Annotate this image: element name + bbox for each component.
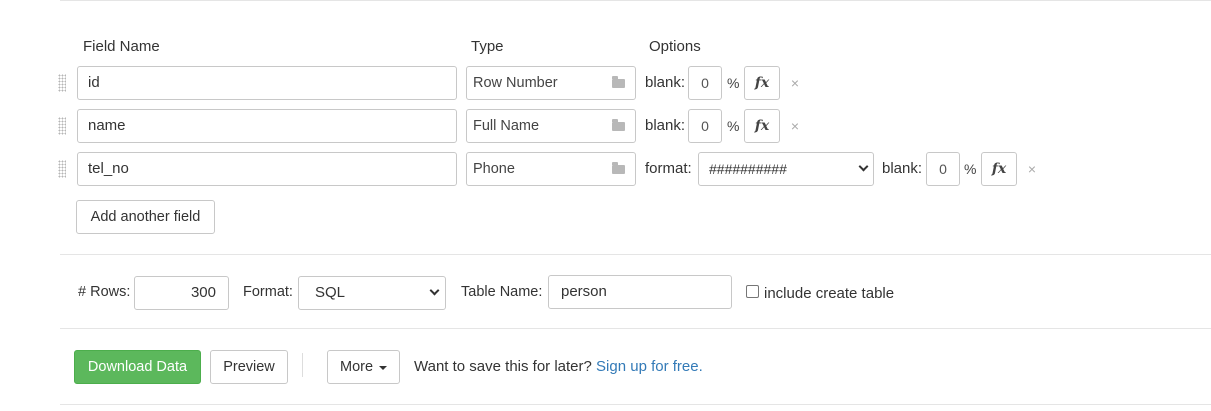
blank-label: blank: [645, 117, 686, 134]
field-name-header: Field Name [83, 38, 160, 55]
field-name-input[interactable]: id [77, 66, 457, 100]
type-picker[interactable]: Phone [466, 152, 636, 186]
section-divider [60, 254, 1211, 255]
bottom-divider [60, 404, 1211, 405]
drag-handle-icon[interactable] [58, 117, 66, 135]
button-separator [302, 353, 303, 377]
blank-percent-input[interactable]: 0 [688, 66, 722, 100]
chevron-down-icon [858, 161, 869, 172]
type-header: Type [471, 38, 504, 55]
save-prompt-text: Want to save this for later? [414, 358, 592, 375]
table-name-label: Table Name: [461, 284, 543, 300]
type-label: Full Name [473, 118, 540, 134]
include-create-table-checkbox[interactable] [746, 285, 759, 298]
formula-button[interactable]: fx [981, 152, 1017, 186]
drag-handle-icon[interactable] [58, 74, 66, 92]
phone-format-select[interactable]: ########## [698, 152, 874, 186]
blank-percent-input[interactable]: 0 [688, 109, 722, 143]
blank-percent-input[interactable]: 0 [926, 152, 960, 186]
section-divider [60, 328, 1211, 329]
blank-label: blank: [645, 74, 686, 91]
top-divider [60, 0, 1211, 1]
field-row: name Full Name blank: 0 % fx × [0, 109, 1211, 143]
folder-open-icon [612, 76, 625, 88]
type-label: Row Number [473, 75, 558, 91]
caret-down-icon [379, 366, 387, 370]
rows-input[interactable]: 300 [134, 276, 229, 310]
options-header: Options [649, 38, 701, 55]
folder-open-icon [612, 119, 625, 131]
chevron-down-icon [429, 285, 440, 296]
output-format-select[interactable]: SQL [298, 276, 446, 310]
download-data-button[interactable]: Download Data [74, 350, 201, 384]
formula-button[interactable]: fx [744, 66, 780, 100]
formula-button[interactable]: fx [744, 109, 780, 143]
include-create-table-label[interactable]: include create table [764, 285, 894, 302]
folder-open-icon [612, 162, 625, 174]
format-label: Format: [243, 284, 293, 300]
format-label: format: [645, 160, 692, 177]
type-label: Phone [473, 161, 515, 177]
percent-sign: % [727, 75, 740, 91]
save-prompt: Want to save this for later? Sign up for… [414, 358, 703, 375]
type-picker[interactable]: Row Number [466, 66, 636, 100]
output-format-value: SQL [315, 284, 346, 301]
more-label: More [340, 359, 374, 375]
drag-handle-icon[interactable] [58, 160, 66, 178]
field-name-input[interactable]: tel_no [77, 152, 457, 186]
add-field-button[interactable]: Add another field [76, 200, 215, 234]
preview-button[interactable]: Preview [210, 350, 288, 384]
more-button[interactable]: More [327, 350, 400, 384]
close-icon[interactable]: × [788, 109, 802, 143]
rows-label: # Rows: [78, 284, 131, 300]
close-icon[interactable]: × [1025, 152, 1039, 186]
field-row: id Row Number blank: 0 % fx × [0, 66, 1211, 100]
table-name-input[interactable]: person [548, 275, 732, 309]
field-row: tel_no Phone format: ########## blank: 0… [0, 152, 1211, 186]
percent-sign: % [964, 161, 977, 177]
percent-sign: % [727, 118, 740, 134]
field-name-input[interactable]: name [77, 109, 457, 143]
signup-link[interactable]: Sign up for free. [596, 358, 703, 375]
type-picker[interactable]: Full Name [466, 109, 636, 143]
close-icon[interactable]: × [788, 66, 802, 100]
phone-format-value: ########## [709, 161, 787, 177]
blank-label: blank: [882, 160, 923, 177]
